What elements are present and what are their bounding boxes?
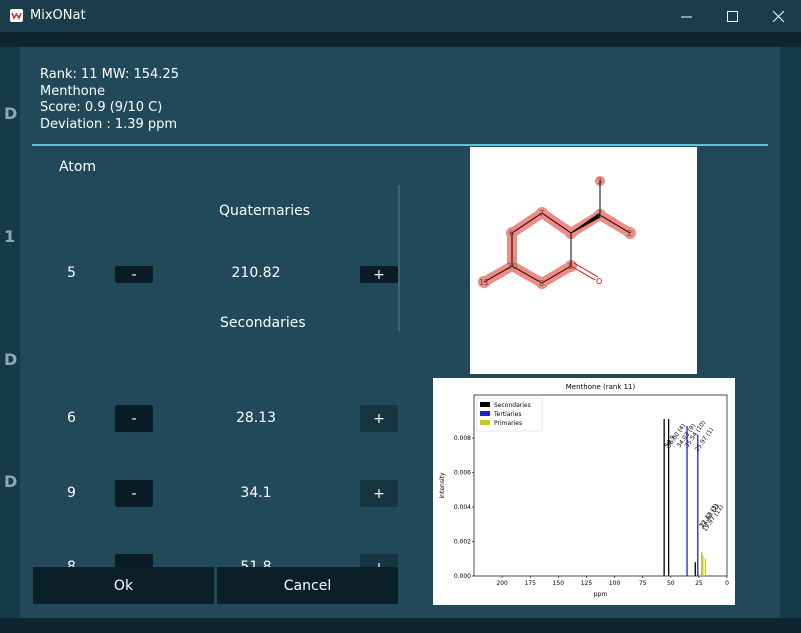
legend-swatch — [480, 420, 490, 425]
background-label: 1 — [4, 227, 16, 246]
minimize-icon — [680, 16, 692, 17]
decrement-button[interactable]: - — [115, 405, 153, 432]
svg-text:10: 10 — [507, 262, 517, 271]
svg-text:8: 8 — [539, 279, 544, 288]
decrement-button[interactable]: - — [115, 554, 153, 567]
scrollbar[interactable] — [398, 185, 400, 331]
bottom-bar — [0, 618, 801, 633]
increment-button[interactable]: + — [360, 480, 398, 507]
cancel-button[interactable]: Cancel — [217, 567, 398, 604]
app-icon — [10, 9, 23, 22]
svg-text:6: 6 — [509, 229, 514, 238]
legend-label: Tertiaries — [493, 411, 521, 418]
ok-button[interactable]: Ok — [33, 567, 214, 604]
shift-value: 210.82 — [231, 265, 281, 281]
x-tick-label: 100 — [609, 580, 621, 587]
x-axis-label: ppm — [594, 591, 608, 598]
spectrum-chart: Menthone (rank 11) ppm intensity 200 175 150 1… — [433, 378, 735, 605]
legend-swatch — [480, 411, 490, 416]
x-tick-label: 25 — [695, 580, 703, 587]
y-tick-label: 0.008 — [454, 435, 471, 442]
svg-text:O: O — [596, 277, 602, 286]
close-icon — [772, 10, 784, 22]
window-title: MixONat — [30, 8, 86, 23]
svg-text:7: 7 — [539, 209, 544, 218]
title-bar: MixONat — [0, 0, 801, 32]
shift-value: 28.13 — [235, 410, 277, 426]
close-button[interactable] — [755, 0, 801, 32]
legend-label: Primaries — [494, 420, 522, 427]
svg-text:11: 11 — [479, 278, 489, 287]
chart-title: Menthone (rank 11) — [566, 383, 636, 391]
y-tick-label: 0.002 — [454, 539, 471, 546]
atom-number: 8 — [67, 559, 76, 567]
spectrum-plot: Menthone (rank 11) ppm intensity 200 175 150 1… — [439, 383, 729, 598]
increment-button[interactable]: + — [360, 405, 398, 432]
maximize-icon — [726, 10, 738, 22]
atom-number: 6 — [67, 410, 76, 426]
atom-row: 6 - 28.13 + — [20, 400, 420, 440]
result-dialog: Rank: 11 MW: 154.25 Menthone Score: 0.9 … — [20, 47, 780, 618]
x-tick-label: 50 — [667, 580, 675, 587]
background-label: D — [4, 472, 18, 491]
svg-text:2: 2 — [627, 229, 632, 238]
atom-number: 9 — [67, 485, 76, 501]
background-label: D — [4, 104, 18, 123]
section-quaternaries: Quaternaries — [219, 203, 311, 219]
svg-text:3: 3 — [597, 177, 602, 186]
maximize-button[interactable] — [709, 0, 755, 32]
y-tick-label: 0.006 — [454, 470, 471, 477]
x-tick-label: 75 — [639, 580, 647, 587]
x-tick-label: 0 — [725, 580, 729, 587]
section-secondaries: Secondaries — [220, 315, 306, 331]
molecule-structure: 3 4 2 7 6 5 O 10 11 8 — [470, 147, 697, 374]
increment-button[interactable]: + — [360, 266, 398, 283]
decrement-button[interactable]: - — [115, 266, 153, 283]
y-tick-label: 0.004 — [454, 504, 471, 511]
atom-row: 8 - 51.8 + — [20, 549, 420, 567]
svg-text:4: 4 — [597, 211, 602, 220]
background-label: D — [4, 350, 18, 369]
increment-button[interactable]: + — [360, 554, 398, 567]
minimize-button[interactable] — [663, 0, 709, 32]
legend-swatch — [480, 402, 490, 407]
x-tick-label: 125 — [581, 580, 593, 587]
atom-row: 5 - 210.82 + — [20, 255, 420, 295]
atom-header: Atom — [59, 159, 97, 175]
atom-row: 9 - 34.1 + — [20, 475, 420, 515]
y-tick-label: 0.000 — [454, 573, 471, 580]
y-axis-label: intensity — [439, 472, 446, 498]
legend-label: Secondaries — [494, 402, 531, 409]
decrement-button[interactable]: - — [115, 480, 153, 507]
molecule-drawing: 3 4 2 7 6 5 O 10 11 8 — [478, 176, 636, 289]
x-tick-label: 175 — [524, 580, 536, 587]
shift-value: 34.1 — [240, 485, 272, 501]
atom-number: 5 — [67, 265, 76, 281]
shift-value: 51.8 — [240, 559, 272, 567]
x-tick-label: 200 — [496, 580, 508, 587]
x-tick-label: 150 — [553, 580, 565, 587]
svg-text:5: 5 — [568, 262, 573, 271]
atom-list[interactable]: Atom Quaternaries 5 - 210.82 + Secondari… — [20, 47, 420, 567]
